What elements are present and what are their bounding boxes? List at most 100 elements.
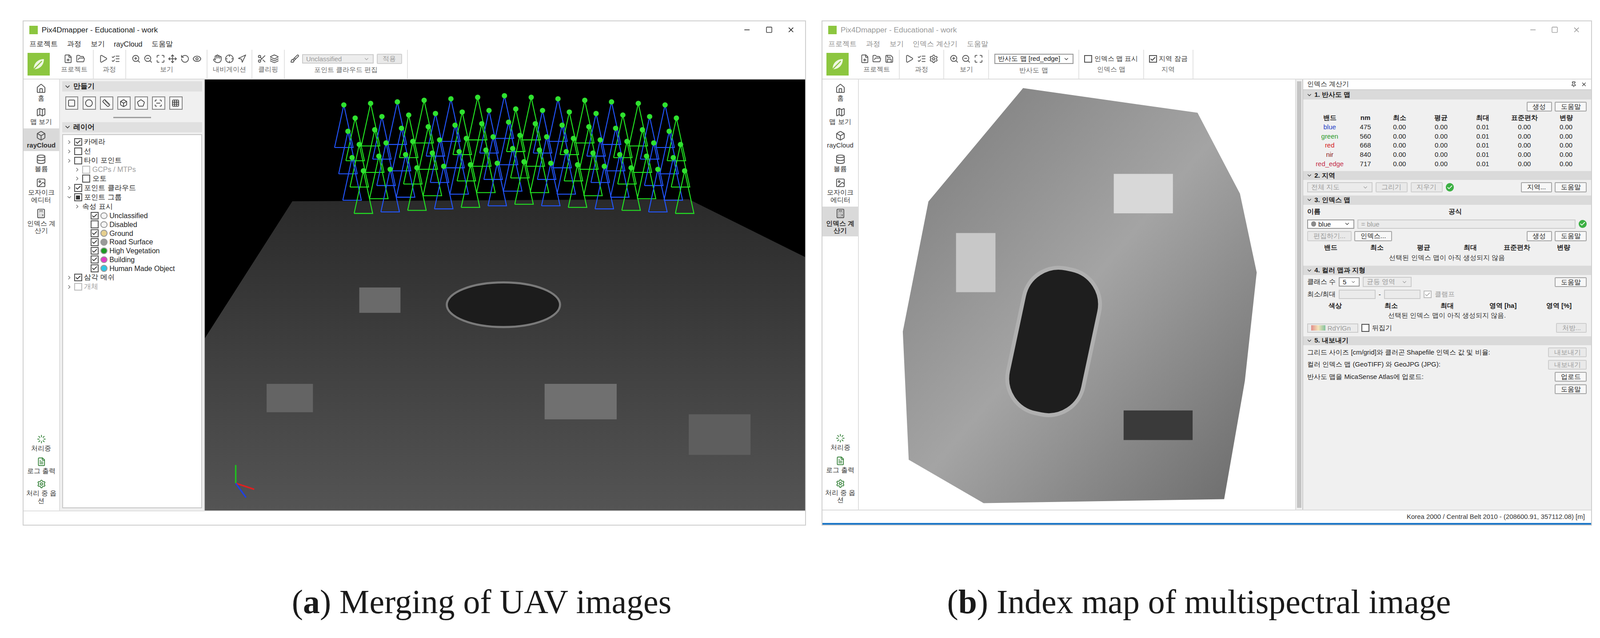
help-button[interactable]: 도움말 [1554, 384, 1587, 395]
checkbox[interactable] [74, 273, 83, 282]
tool-icon[interactable] [884, 54, 894, 64]
close-icon[interactable] [1572, 25, 1581, 34]
checkbox[interactable] [74, 147, 83, 156]
layer-item[interactable]: Disabled [63, 219, 202, 229]
layer-item[interactable]: Building [63, 255, 202, 264]
nav-item[interactable]: rayCloud [23, 128, 60, 152]
panel-header[interactable]: 레이어 [62, 122, 203, 133]
apply-button[interactable]: 적용 [376, 53, 403, 64]
tool-icon[interactable] [929, 54, 939, 64]
section-header[interactable]: 2. 지역 [1303, 171, 1592, 181]
expand-icon[interactable] [82, 212, 89, 220]
create-button[interactable] [65, 96, 79, 110]
min-field[interactable] [1338, 289, 1376, 300]
nav-item[interactable]: 볼륨 [23, 151, 60, 175]
menu-item[interactable]: 인덱스 계산기 [912, 39, 958, 49]
nav-item[interactable]: 볼륨 [822, 151, 859, 175]
section-header[interactable]: 5. 내보내기 [1303, 336, 1592, 346]
panel-button[interactable]: 편집하기... [1307, 231, 1352, 241]
menu-item[interactable]: 도움말 [966, 39, 989, 49]
expand-icon[interactable] [66, 157, 73, 164]
nav-item[interactable]: 맵 보기 [822, 104, 859, 128]
checkbox[interactable] [82, 174, 91, 183]
checkbox[interactable] [90, 238, 99, 247]
expand-icon[interactable] [82, 221, 89, 228]
tool-icon[interactable] [143, 54, 153, 64]
menu-item[interactable]: 과정 [67, 39, 82, 49]
expand-icon[interactable] [74, 166, 81, 173]
tool-icon[interactable] [973, 54, 984, 64]
minimize-icon[interactable] [742, 25, 751, 34]
panel-button[interactable]: 도움말 [1554, 101, 1587, 112]
nav-item[interactable]: 홈 [822, 81, 859, 104]
prescription-button[interactable]: 처방... [1556, 323, 1587, 333]
tool-icon[interactable] [75, 54, 86, 64]
tool-icon[interactable] [269, 54, 280, 64]
nav-item[interactable]: 인덱스 계산기 [23, 206, 60, 237]
nav-item[interactable]: rayCloud [822, 128, 859, 152]
tool-icon[interactable] [257, 54, 267, 64]
layer-item[interactable]: 포인트 그룹 [63, 192, 202, 203]
menu-item[interactable]: 프로젝트 [828, 39, 857, 49]
layer-item[interactable]: Unclassified [63, 211, 202, 221]
checkbox[interactable] [74, 193, 83, 202]
map-view[interactable] [858, 79, 1296, 511]
expand-icon[interactable] [66, 148, 73, 155]
expand-icon[interactable] [82, 239, 89, 246]
checkbox[interactable] [74, 283, 83, 292]
tool-icon[interactable] [872, 54, 882, 64]
toolbar-checkbox[interactable]: 지역 잠금 [1149, 54, 1188, 64]
formula-field[interactable]: = blue [1357, 219, 1577, 229]
checkbox[interactable] [74, 138, 83, 147]
class-select[interactable]: Unclassified [302, 54, 374, 64]
layer-item[interactable]: 포인트 클라우드 [63, 183, 202, 193]
checkbox[interactable] [90, 220, 99, 229]
checkbox[interactable] [1423, 290, 1432, 299]
nav-item[interactable]: 로그 출력 [822, 454, 859, 476]
tool-icon[interactable] [961, 54, 971, 64]
tool-icon[interactable] [111, 54, 121, 64]
panel-button[interactable]: 생성 [1526, 101, 1553, 112]
menu-item[interactable]: 보기 [90, 39, 105, 49]
nav-item[interactable]: 처리중 [23, 432, 60, 455]
nav-item[interactable]: 모자이크 에디터 [23, 175, 60, 206]
create-button[interactable] [134, 96, 148, 110]
viewport[interactable] [204, 79, 806, 511]
region-select[interactable]: 전체 지도 [1307, 182, 1373, 193]
expand-icon[interactable] [66, 274, 73, 281]
panel-button[interactable]: 지우기 [1410, 182, 1443, 192]
expand-icon[interactable] [82, 247, 89, 255]
expand-icon[interactable] [82, 230, 89, 237]
checkbox[interactable] [90, 211, 99, 220]
layer-item[interactable]: GCPs / MTPs [63, 165, 202, 175]
export-button[interactable]: 업로드 [1554, 371, 1587, 382]
section-header[interactable]: 1. 반사도 맵 [1303, 90, 1592, 100]
export-button[interactable]: 내보내기 [1548, 347, 1587, 358]
panel-button[interactable]: 도움말 [1554, 182, 1587, 192]
section-header[interactable]: 4. 컬러 맵과 지형 [1303, 265, 1592, 276]
panel-button[interactable]: 지역... [1520, 182, 1552, 192]
panel-button[interactable]: 도움말 [1554, 231, 1587, 241]
expand-icon[interactable] [66, 139, 73, 146]
create-button[interactable] [99, 96, 114, 110]
layer-item[interactable]: 오토 [63, 174, 202, 184]
palette-select[interactable]: RdYlGn [1307, 323, 1359, 333]
expand-icon[interactable] [66, 194, 73, 201]
max-field[interactable] [1384, 289, 1421, 300]
checkbox[interactable] [74, 183, 83, 192]
layer-item[interactable]: 선 [63, 146, 202, 156]
menu-item[interactable]: 도움말 [151, 39, 173, 49]
tool-icon[interactable] [917, 54, 927, 64]
tool-icon[interactable] [224, 54, 235, 64]
panel-header[interactable]: 만들기 [62, 81, 203, 92]
checkbox[interactable] [90, 255, 99, 264]
menu-item[interactable]: 보기 [889, 39, 904, 49]
nav-item[interactable]: 모자이크 에디터 [822, 175, 859, 206]
layer-item[interactable]: Road Surface [63, 237, 202, 247]
layer-item[interactable]: Ground [63, 228, 202, 238]
checkbox[interactable] [82, 165, 91, 174]
nav-item[interactable]: 처리 중 옵션 [23, 477, 60, 507]
checkbox[interactable] [90, 247, 99, 256]
tool-icon[interactable] [237, 54, 247, 64]
panel-button[interactable]: 그리기 [1375, 182, 1408, 192]
